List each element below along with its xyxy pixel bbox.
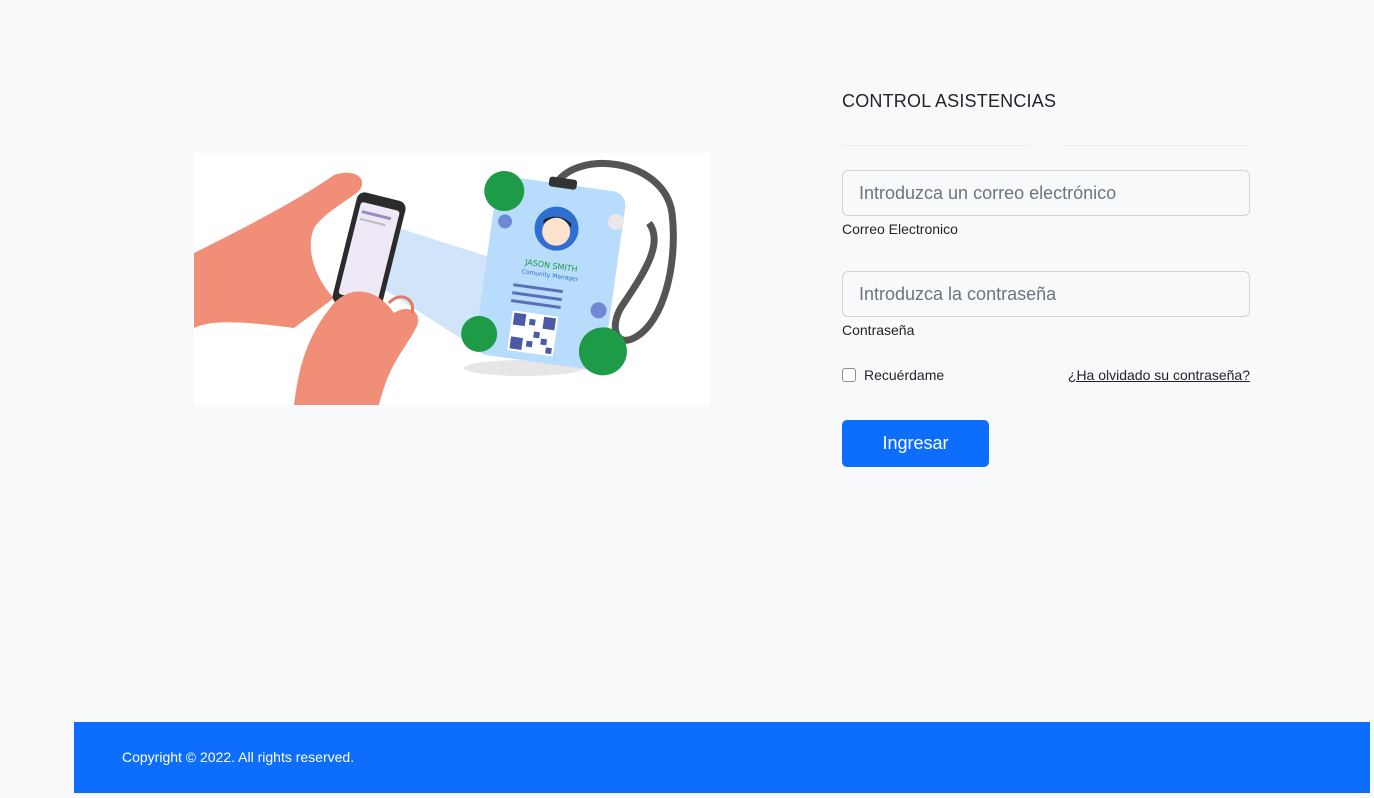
divider-left [842,145,1030,146]
password-group: Contraseña [842,271,1250,339]
illustration-svg: JASON SMITH Comunity Manager [194,160,677,405]
login-form: CONTROL ASISTENCIAS Correo Electronico C… [842,88,1250,467]
remember-me-label: Recuérdame [864,367,945,383]
checkbox-box[interactable] [842,368,856,382]
id-badge: JASON SMITH Comunity Manager [461,171,627,376]
footer: Copyright © 2022. All rights reserved. [74,722,1370,793]
email-field[interactable] [842,170,1250,216]
page-title: CONTROL ASISTENCIAS [842,91,1057,111]
email-label: Correo Electronico [842,221,958,237]
password-label: Contraseña [842,322,915,338]
forgot-password-link[interactable]: ¿Ha olvidado su contraseña? [1068,367,1250,383]
divider [842,145,1250,146]
password-field[interactable] [842,271,1250,317]
login-button[interactable]: Ingresar [842,420,989,467]
qr-id-scan-illustration: JASON SMITH Comunity Manager [194,153,710,405]
copyright-text: Copyright © 2022. All rights reserved. [122,749,355,765]
options-row: Recuérdame ¿Ha olvidado su contraseña? [842,367,1250,387]
remember-me-checkbox[interactable]: Recuérdame [842,367,944,383]
email-group: Correo Electronico [842,170,1250,238]
divider-right [1062,145,1250,146]
